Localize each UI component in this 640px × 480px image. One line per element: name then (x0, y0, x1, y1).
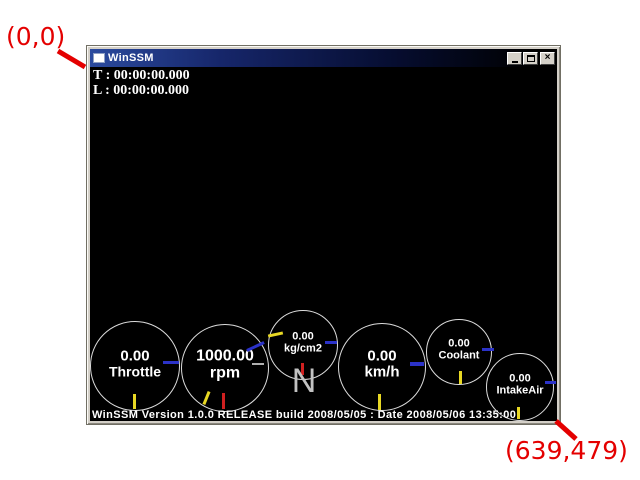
rpm-label: rpm (182, 365, 268, 382)
speed-blue-tick-icon (410, 362, 424, 366)
minimize-button[interactable] (507, 52, 522, 65)
intake-air-label: IntakeAir (487, 385, 553, 397)
coolant-blue-tick-icon (482, 348, 494, 351)
speed-label: km/h (339, 364, 425, 380)
coolant-gauge: 0.00 Coolant (426, 319, 492, 385)
app-icon (93, 53, 105, 63)
boost-label: kg/cm2 (269, 343, 337, 355)
coolant-yellow-needle-icon (459, 371, 462, 384)
timer-l: L : 00:00:00.000 (93, 83, 189, 98)
intake-air-value: 0.00 (487, 374, 553, 386)
speed-yellow-needle-icon (378, 394, 381, 410)
timer-readout: T : 00:00:00.000 L : 00:00:00.000 (93, 68, 190, 98)
title-bar[interactable]: WinSSM × (90, 49, 557, 67)
status-bar: WinSSM Version 1.0.0 RELEASE build 2008/… (92, 409, 516, 421)
intake-air-yellow-needle-icon (517, 407, 520, 419)
origin-leader-line (58, 51, 85, 67)
rpm-white-tick-icon (252, 363, 264, 365)
intake-air-gauge-text: 0.00 IntakeAir (487, 374, 553, 397)
timer-t: T : 00:00:00.000 (93, 68, 190, 83)
throttle-blue-tick-icon (163, 361, 179, 364)
window-title: WinSSM (108, 53, 154, 64)
coolant-label: Coolant (427, 350, 491, 362)
rpm-yellow-tick-icon (202, 391, 210, 405)
throttle-gauge: 0.00 Throttle (90, 321, 180, 411)
throttle-label: Throttle (91, 364, 179, 379)
gauge-display-area: T : 00:00:00.000 L : 00:00:00.000 0.00 T… (90, 67, 557, 421)
rpm-gauge: 1000.00 rpm (181, 324, 269, 412)
window-controls: × (506, 52, 555, 65)
winssm-window: WinSSM × T : 00:00:00.000 L : 00:00:00.0… (86, 45, 561, 425)
speed-gauge: 0.00 km/h (338, 323, 426, 411)
maximize-button[interactable] (523, 52, 538, 65)
gear-indicator: N (285, 364, 323, 398)
close-icon: × (545, 53, 551, 63)
corner-coordinate-label: (639,479) (505, 436, 628, 465)
rpm-red-needle-icon (222, 393, 225, 409)
close-button[interactable]: × (540, 52, 555, 65)
throttle-yellow-needle-icon (133, 394, 136, 409)
maximize-icon (527, 55, 535, 62)
minimize-icon (512, 61, 518, 63)
rpm-gauge-text: 1000.00 rpm (182, 349, 268, 383)
intake-air-blue-tick-icon (545, 381, 556, 384)
boost-blue-tick-icon (325, 341, 337, 344)
origin-coordinate-label: (0,0) (6, 22, 65, 51)
